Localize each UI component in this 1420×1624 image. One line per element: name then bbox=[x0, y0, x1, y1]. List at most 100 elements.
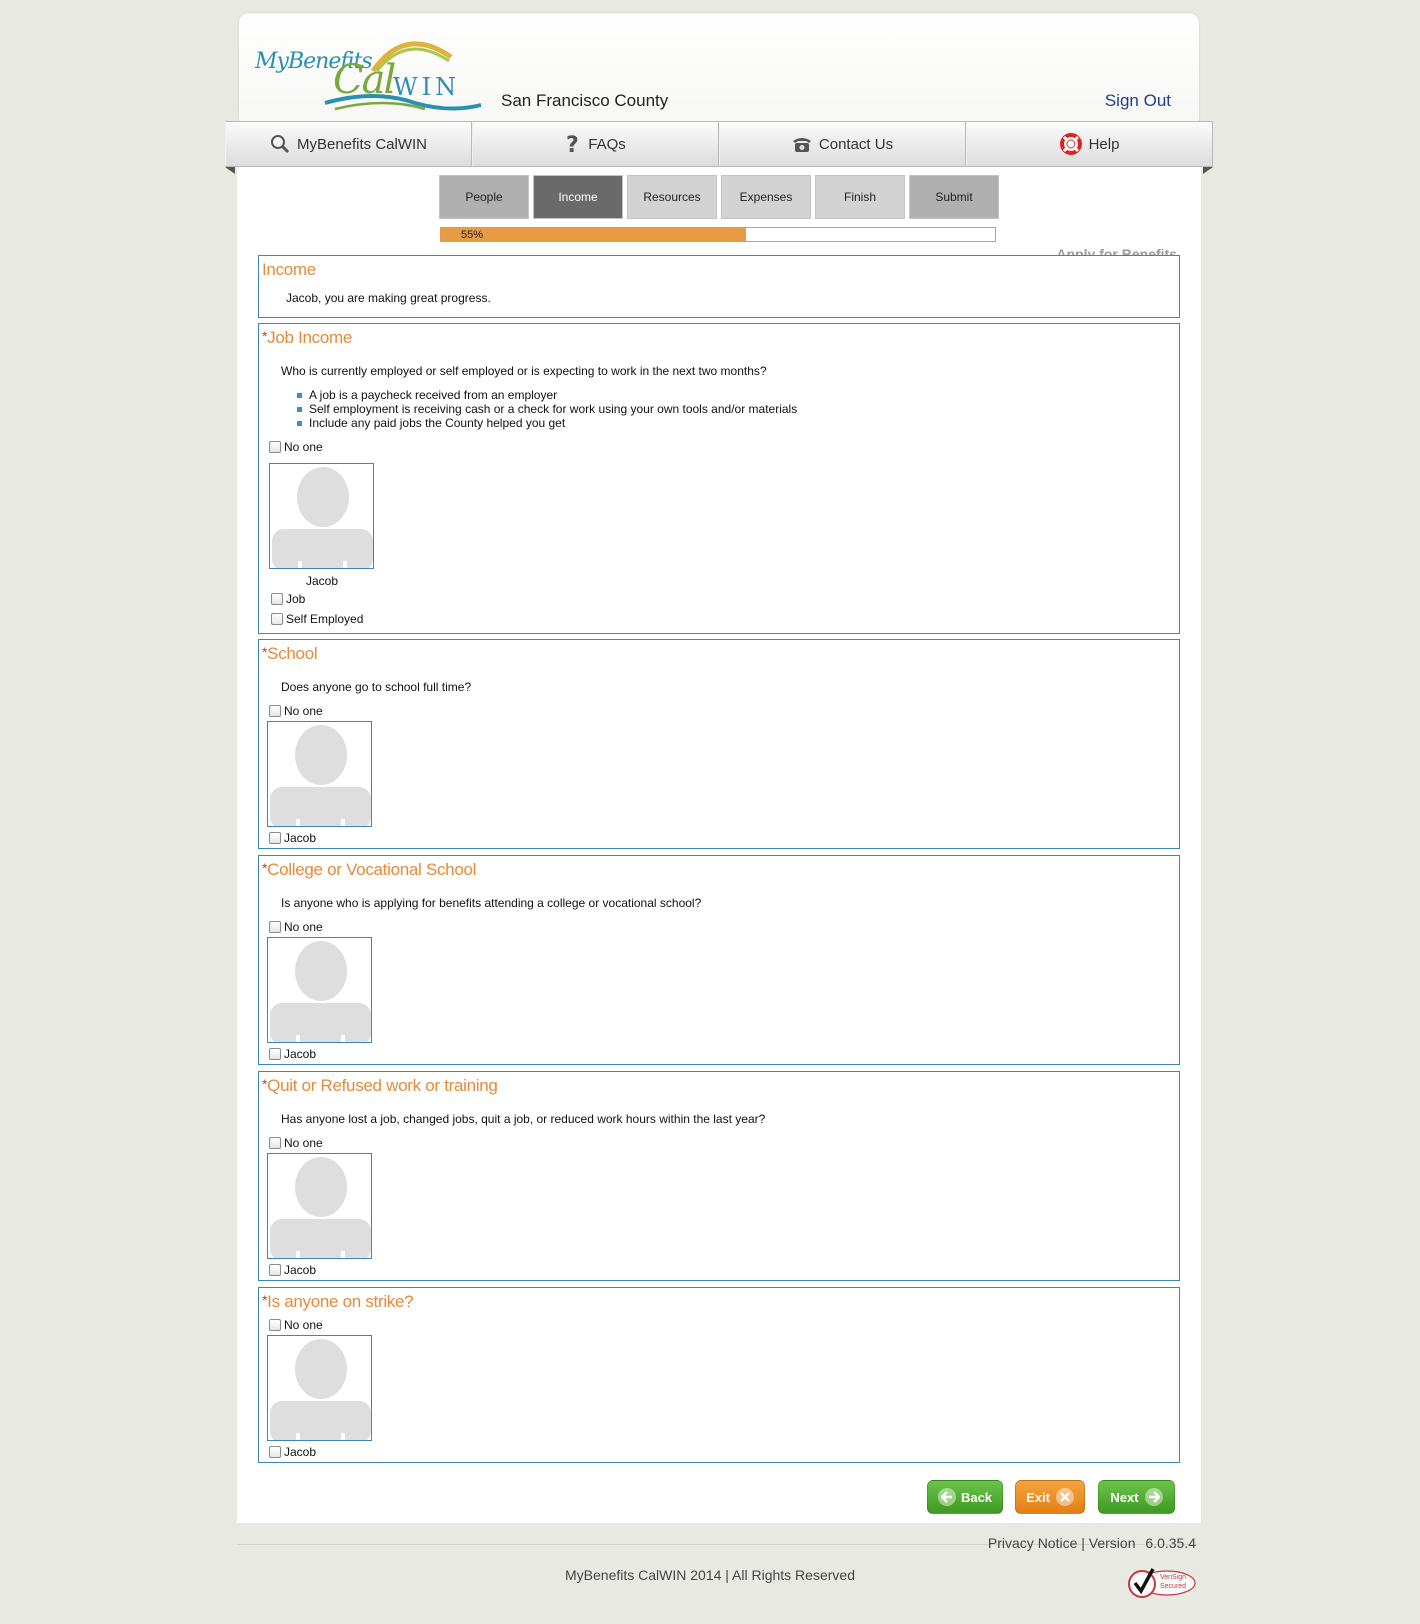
search-icon bbox=[270, 134, 290, 154]
strike-section: *Is anyone on strike? No one Jacob bbox=[258, 1287, 1180, 1463]
person-avatar bbox=[267, 721, 372, 827]
no-one-label: No one bbox=[284, 1318, 323, 1332]
back-label: Back bbox=[960, 1489, 993, 1505]
arrow-right-icon bbox=[1144, 1488, 1163, 1506]
main-nav: MyBenefits CalWIN ? FAQs Contact Us Help bbox=[225, 121, 1213, 167]
person-checkbox[interactable] bbox=[269, 832, 281, 844]
lifebuoy-icon bbox=[1059, 133, 1082, 155]
person-checkbox[interactable] bbox=[269, 1264, 281, 1276]
logo-text-win: WIN bbox=[393, 73, 461, 101]
self-employed-option: Self Employed bbox=[271, 612, 363, 626]
step-resources[interactable]: Resources bbox=[627, 175, 717, 219]
progress-message: Jacob, you are making great progress. bbox=[286, 291, 491, 305]
section-question: Who is currently employed or self employ… bbox=[281, 364, 767, 378]
person-name: Jacob bbox=[284, 1047, 317, 1061]
exit-button[interactable]: Exit bbox=[1015, 1480, 1085, 1514]
step-finish[interactable]: Finish bbox=[815, 175, 905, 219]
arrow-left-icon bbox=[937, 1488, 956, 1506]
no-one-option: No one bbox=[269, 1136, 323, 1150]
no-one-checkbox[interactable] bbox=[269, 705, 281, 717]
svg-text:?: ? bbox=[566, 133, 579, 155]
footer-separator: | bbox=[1081, 1535, 1085, 1551]
person-checkbox[interactable] bbox=[269, 1048, 281, 1060]
section-title: *College or Vocational School bbox=[262, 860, 477, 879]
back-button[interactable]: Back bbox=[927, 1480, 1003, 1514]
college-section: *College or Vocational School Is anyone … bbox=[258, 855, 1180, 1065]
nav-label: MyBenefits CalWIN bbox=[296, 135, 428, 153]
nav-faqs[interactable]: ? FAQs bbox=[472, 121, 719, 167]
nav-help[interactable]: Help bbox=[966, 121, 1213, 167]
next-label: Next bbox=[1110, 1489, 1139, 1505]
job-income-hints: A job is a paycheck received from an emp… bbox=[297, 388, 797, 430]
person-option: Jacob bbox=[269, 1047, 316, 1061]
main-content: People Income Resources Expenses Finish … bbox=[237, 167, 1201, 1523]
nav-ribbon-fold-left bbox=[225, 167, 235, 174]
nav-label: Contact Us bbox=[818, 135, 894, 153]
section-question: Is anyone who is applying for benefits a… bbox=[281, 896, 702, 910]
section-title: *School bbox=[262, 644, 318, 663]
site-header: MyBenefits Cal WIN San Francisco County … bbox=[239, 13, 1199, 123]
person-name: Jacob bbox=[284, 1263, 317, 1277]
no-one-option: No one bbox=[269, 440, 323, 454]
copyright-text: MyBenefits CalWIN 2014 | All Rights Rese… bbox=[565, 1567, 855, 1583]
no-one-label: No one bbox=[284, 440, 323, 454]
step-people[interactable]: People bbox=[439, 175, 529, 219]
person-placeholder-icon bbox=[270, 725, 371, 826]
person-name: Jacob bbox=[284, 831, 317, 845]
person-name: Jacob bbox=[306, 574, 339, 588]
close-icon bbox=[1055, 1488, 1074, 1506]
sign-out-link[interactable]: Sign Out bbox=[1105, 91, 1171, 111]
no-one-label: No one bbox=[284, 704, 323, 718]
step-income[interactable]: Income bbox=[533, 175, 623, 219]
step-tabs: People Income Resources Expenses Finish … bbox=[439, 175, 999, 219]
progress-bar: 55% bbox=[440, 227, 996, 242]
job-option: Job bbox=[271, 592, 305, 606]
no-one-option: No one bbox=[269, 1318, 323, 1332]
progress-fill bbox=[441, 228, 746, 241]
person-avatar bbox=[269, 463, 374, 569]
list-item: A job is a paycheck received from an emp… bbox=[297, 388, 797, 402]
person-checkbox[interactable] bbox=[269, 1446, 281, 1458]
no-one-checkbox[interactable] bbox=[269, 441, 281, 453]
nav-contact-us[interactable]: Contact Us bbox=[719, 121, 966, 167]
progress-label: 55% bbox=[461, 229, 484, 241]
logo-text-cal: Cal bbox=[333, 57, 396, 103]
person-placeholder-icon bbox=[272, 467, 373, 568]
nav-ribbon-fold-right bbox=[1203, 167, 1213, 174]
list-item: Include any paid jobs the County helped … bbox=[297, 416, 797, 430]
no-one-checkbox[interactable] bbox=[269, 1319, 281, 1331]
person-option: Jacob bbox=[269, 1445, 316, 1459]
section-title: Income bbox=[262, 260, 316, 279]
verisign-badge[interactable]: VeriSign Secured bbox=[1127, 1565, 1197, 1601]
county-name: San Francisco County bbox=[501, 91, 669, 110]
question-icon: ? bbox=[565, 133, 581, 155]
person-option: Jacob bbox=[269, 831, 316, 845]
mybenefits-calwin-logo[interactable]: MyBenefits Cal WIN bbox=[255, 27, 495, 117]
section-question: Does anyone go to school full time? bbox=[281, 680, 472, 694]
list-item: Self employment is receiving cash or a c… bbox=[297, 402, 797, 416]
section-title: *Quit or Refused work or training bbox=[262, 1076, 498, 1095]
section-title: *Job Income bbox=[262, 328, 353, 347]
person-avatar bbox=[267, 937, 372, 1043]
exit-label: Exit bbox=[1026, 1489, 1050, 1505]
no-one-option: No one bbox=[269, 704, 323, 718]
job-checkbox[interactable] bbox=[271, 593, 283, 605]
no-one-label: No one bbox=[284, 1136, 323, 1150]
nav-mybenefits-calwin[interactable]: MyBenefits CalWIN bbox=[225, 121, 472, 167]
job-income-section: *Job Income Who is currently employed or… bbox=[258, 323, 1180, 634]
step-submit[interactable]: Submit bbox=[909, 175, 999, 219]
no-one-checkbox[interactable] bbox=[269, 921, 281, 933]
privacy-notice-link[interactable]: Privacy Notice bbox=[988, 1535, 1077, 1551]
version-number: 6.0.35.4 bbox=[1145, 1535, 1196, 1551]
step-expenses[interactable]: Expenses bbox=[721, 175, 811, 219]
person-placeholder-icon bbox=[270, 941, 371, 1042]
person-name: Jacob bbox=[284, 1445, 317, 1459]
nav-label: FAQs bbox=[588, 135, 626, 153]
job-label: Job bbox=[286, 592, 306, 606]
self-employed-label: Self Employed bbox=[286, 612, 364, 626]
person-option: Jacob bbox=[269, 1263, 316, 1277]
person-placeholder-icon bbox=[270, 1157, 371, 1258]
self-employed-checkbox[interactable] bbox=[271, 613, 283, 625]
next-button[interactable]: Next bbox=[1098, 1480, 1175, 1514]
no-one-checkbox[interactable] bbox=[269, 1137, 281, 1149]
